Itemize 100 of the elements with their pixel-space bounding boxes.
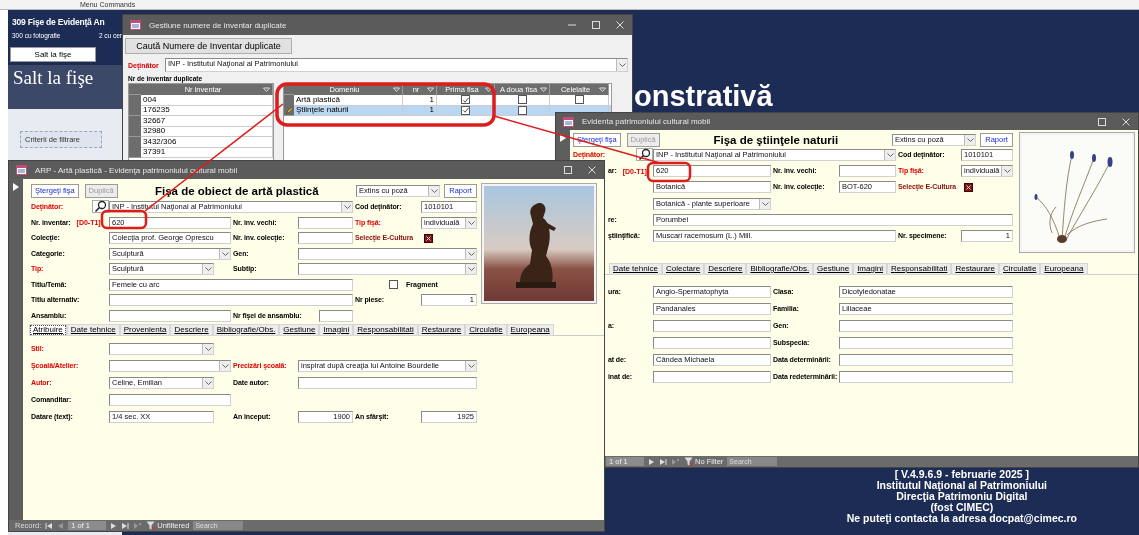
- tab[interactable]: Gestiune: [813, 263, 854, 275]
- chevron-down-icon: [429, 186, 439, 195]
- previous-record-icon: [57, 521, 65, 530]
- text-field[interactable]: [298, 376, 477, 389]
- tab[interactable]: Circulatie: [465, 323, 507, 336]
- table-row[interactable]: 004: [129, 94, 273, 105]
- text-field[interactable]: [839, 354, 1013, 366]
- text-field[interactable]: [319, 309, 353, 322]
- tab[interactable]: Restaurare: [951, 263, 999, 275]
- footer-line: [ V.4.9.6.9 - februarie 2025 ]: [894, 469, 1030, 480]
- dropdown-triangle-icon: [540, 86, 547, 92]
- tab[interactable]: Bibliografie/Obs.: [746, 263, 814, 275]
- footer-line: Ne puteţi contacta la adresa docpat@cimec.ro: [846, 513, 1077, 524]
- form-title: Fişa de ştiinţele naturii: [712, 133, 840, 146]
- tab[interactable]: Responsabilitati: [353, 323, 418, 336]
- table-row[interactable]: Artă plastică 1: [284, 94, 611, 105]
- search-button[interactable]: Caută Numere de Inventar duplicate: [125, 38, 292, 54]
- last-record-icon: [659, 457, 667, 466]
- tab[interactable]: Europeana: [1040, 263, 1088, 275]
- text-field[interactable]: [839, 165, 896, 178]
- tab[interactable]: Restaurare: [417, 323, 466, 336]
- text-field[interactable]: [653, 320, 771, 332]
- close-icon: [587, 165, 597, 175]
- search-icon: [638, 148, 651, 161]
- tab[interactable]: Atribuire: [29, 323, 67, 336]
- crossed-box-icon: [424, 233, 433, 243]
- tab[interactable]: Date tehnice: [609, 263, 662, 275]
- chevron-down-icon: [342, 202, 352, 211]
- chevron-down-icon: [1002, 167, 1012, 176]
- table-cell: 32667: [141, 115, 273, 127]
- window-title: Evidenta patrimoniului cultural mobil: [582, 117, 712, 126]
- tab[interactable]: Circulatie: [999, 263, 1041, 275]
- checkbox[interactable]: [517, 105, 527, 115]
- maximize-icon: [1097, 116, 1107, 127]
- close-icon: [1121, 116, 1131, 127]
- form-icon: [130, 20, 141, 30]
- dropdown-triangle-icon: [427, 86, 434, 92]
- table-cell: 1: [403, 105, 437, 116]
- tab[interactable]: Bibliografie/Obs.: [212, 323, 280, 336]
- table-row[interactable]: Ştiinţele naturii 1: [284, 105, 611, 116]
- table-cell: 004: [141, 94, 273, 106]
- tab[interactable]: Provenienta: [119, 323, 171, 336]
- dropdown-triangle-icon: [599, 86, 606, 92]
- text-field[interactable]: [653, 371, 771, 383]
- chevron-down-icon: [466, 361, 476, 370]
- dropdown-triangle-icon: [393, 86, 400, 92]
- funnel-icon: [146, 521, 156, 530]
- text-field[interactable]: [839, 371, 1013, 383]
- maximize-icon: [591, 20, 601, 30]
- checkbox[interactable]: [461, 95, 470, 104]
- checkbox[interactable]: [461, 105, 470, 115]
- tab[interactable]: Responsabilitati: [886, 263, 952, 275]
- maximize-icon: [563, 165, 573, 175]
- table-row[interactable]: 32667: [129, 115, 273, 126]
- tab[interactable]: Gestiune: [279, 323, 320, 336]
- form-icon: [563, 116, 574, 127]
- tab[interactable]: Imagini: [853, 263, 887, 275]
- text-field[interactable]: [109, 294, 353, 306]
- footer-line: Institutul Naţional al Patrimoniului: [876, 480, 1048, 491]
- dropdown-field[interactable]: [109, 342, 214, 355]
- jump-button[interactable]: Salt la fişe: [10, 47, 96, 62]
- dropdown-field[interactable]: [109, 359, 231, 372]
- tab[interactable]: Imagini: [319, 323, 354, 336]
- app-title: 309 Fişe de Evidenţă An: [12, 17, 105, 27]
- close-icon: [615, 20, 625, 30]
- footer-line: Direcţia Patrimoniu Digital: [896, 491, 1028, 502]
- crossed-box-icon: [964, 182, 973, 192]
- chevron-down-icon: [885, 150, 895, 159]
- dropdown-triangle-icon: [485, 86, 492, 92]
- text-field[interactable]: [653, 337, 771, 349]
- last-record-icon: [121, 521, 130, 530]
- tab[interactable]: Descriere: [704, 263, 747, 275]
- table-cell: 3432/306: [141, 136, 273, 148]
- table-cell: Ştiinţele naturii: [294, 105, 403, 116]
- search-button[interactable]: [92, 200, 109, 213]
- section-banner: Salt la fişe: [8, 65, 122, 109]
- chevron-down-icon: [760, 199, 770, 208]
- text-field[interactable]: [839, 337, 1013, 349]
- table-cell: 1: [403, 94, 437, 106]
- table-cell: Artă plastică: [294, 94, 403, 106]
- tab[interactable]: Descriere: [170, 323, 213, 336]
- text-field[interactable]: [109, 393, 231, 406]
- chevron-down-icon: [466, 218, 476, 227]
- app-heading: onstrativă: [634, 80, 773, 112]
- checkbox[interactable]: [517, 95, 527, 104]
- checkbox[interactable]: [574, 95, 584, 104]
- text-field[interactable]: [109, 309, 231, 322]
- text-field[interactable]: [839, 320, 1013, 332]
- chevron-down-icon: [965, 135, 975, 144]
- chevron-down-icon: [617, 61, 627, 69]
- new-record-icon: [671, 457, 680, 466]
- table-row[interactable]: 3432/306: [129, 136, 273, 147]
- tab[interactable]: Date tehnice: [66, 323, 120, 336]
- tab[interactable]: Colectare: [661, 263, 705, 275]
- text-field[interactable]: [298, 232, 353, 244]
- text-field[interactable]: [298, 216, 353, 229]
- dropdown-field[interactable]: [298, 263, 477, 275]
- dropdown-field[interactable]: [298, 247, 477, 260]
- next-record-icon: [110, 521, 118, 530]
- tab[interactable]: Europeana: [506, 323, 554, 336]
